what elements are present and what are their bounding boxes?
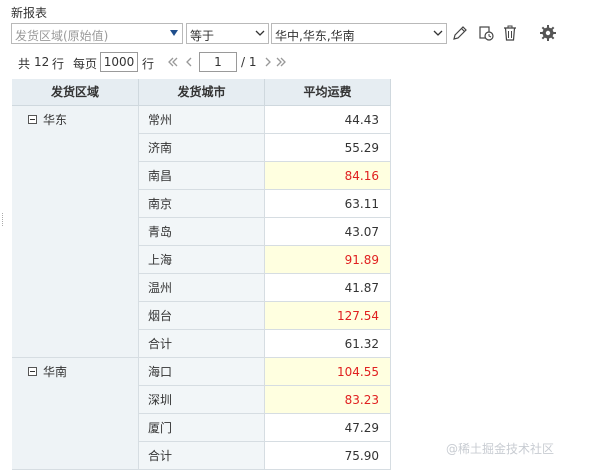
region-label: 华南	[43, 365, 68, 379]
avg-freight-cell: 63.11	[265, 190, 391, 218]
filter-operator-value: 等于	[190, 29, 215, 43]
avg-freight-cell: 91.89	[265, 246, 391, 274]
per-page-unit: 行	[142, 57, 155, 71]
total-pages: / 1	[241, 55, 257, 69]
region-cell: 华东	[12, 106, 139, 358]
filter-field-select[interactable]: 发货区域(原始值)	[11, 23, 183, 44]
city-cell: 烟台	[139, 302, 265, 330]
city-cell: 合计	[139, 330, 265, 358]
last-page-icon[interactable]	[274, 55, 288, 69]
edit-pencil-icon[interactable]	[451, 24, 469, 42]
filter-value-text: 华中,华东,华南	[275, 29, 355, 43]
filter-value-select[interactable]: 华中,华东,华南	[271, 23, 447, 44]
total-row-count: 12	[34, 55, 50, 69]
first-page-icon[interactable]	[166, 55, 180, 69]
delete-trash-icon[interactable]	[501, 24, 519, 42]
collapse-icon[interactable]	[28, 367, 37, 376]
pager: 共 12 行 每页 1000 行 1 / 1	[18, 52, 318, 74]
next-page-icon[interactable]	[261, 55, 275, 69]
per-page-label: 每页	[73, 57, 98, 71]
chevron-down-icon	[433, 30, 443, 36]
avg-freight-cell: 44.43	[265, 106, 391, 134]
city-cell: 上海	[139, 246, 265, 274]
avg-freight-cell: 83.23	[265, 386, 391, 414]
city-cell: 青岛	[139, 218, 265, 246]
avg-freight-cell: 41.87	[265, 274, 391, 302]
chevron-down-icon	[255, 30, 265, 36]
avg-freight-cell: 61.32	[265, 330, 391, 358]
report-title: 新报表	[11, 6, 48, 20]
region-cell: 华南	[12, 358, 139, 470]
column-header-avg-freight[interactable]: 平均运费	[265, 79, 391, 106]
avg-freight-cell: 47.29	[265, 414, 391, 442]
avg-freight-cell: 104.55	[265, 358, 391, 386]
city-cell: 南京	[139, 190, 265, 218]
total-prefix: 共	[18, 57, 31, 71]
avg-freight-cell: 55.29	[265, 134, 391, 162]
city-cell: 厦门	[139, 414, 265, 442]
column-header-region[interactable]: 发货区域	[12, 79, 139, 106]
avg-freight-cell: 84.16	[265, 162, 391, 190]
total-suffix: 行	[52, 57, 65, 71]
region-label: 华东	[43, 113, 68, 127]
city-cell: 合计	[139, 442, 265, 470]
city-cell: 海口	[139, 358, 265, 386]
city-cell: 常州	[139, 106, 265, 134]
city-cell: 温州	[139, 274, 265, 302]
column-header-city[interactable]: 发货城市	[139, 79, 265, 106]
city-cell: 南昌	[139, 162, 265, 190]
watermark: @稀土掘金技术社区	[446, 442, 555, 456]
current-page-input[interactable]: 1	[199, 52, 237, 72]
per-page-input[interactable]: 1000	[100, 52, 138, 72]
avg-freight-cell: 127.54	[265, 302, 391, 330]
resize-handle[interactable]	[2, 213, 5, 226]
dropdown-arrow-icon	[170, 30, 178, 36]
filter-field-placeholder: 发货区域(原始值)	[15, 29, 109, 43]
settings-gear-icon[interactable]	[539, 24, 557, 42]
filter-operator-select[interactable]: 等于	[186, 23, 269, 44]
city-cell: 济南	[139, 134, 265, 162]
collapse-icon[interactable]	[28, 115, 37, 124]
prev-page-icon[interactable]	[182, 55, 196, 69]
avg-freight-cell: 75.90	[265, 442, 391, 470]
avg-freight-cell: 43.07	[265, 218, 391, 246]
city-cell: 深圳	[139, 386, 265, 414]
copy-filter-icon[interactable]	[477, 24, 495, 42]
